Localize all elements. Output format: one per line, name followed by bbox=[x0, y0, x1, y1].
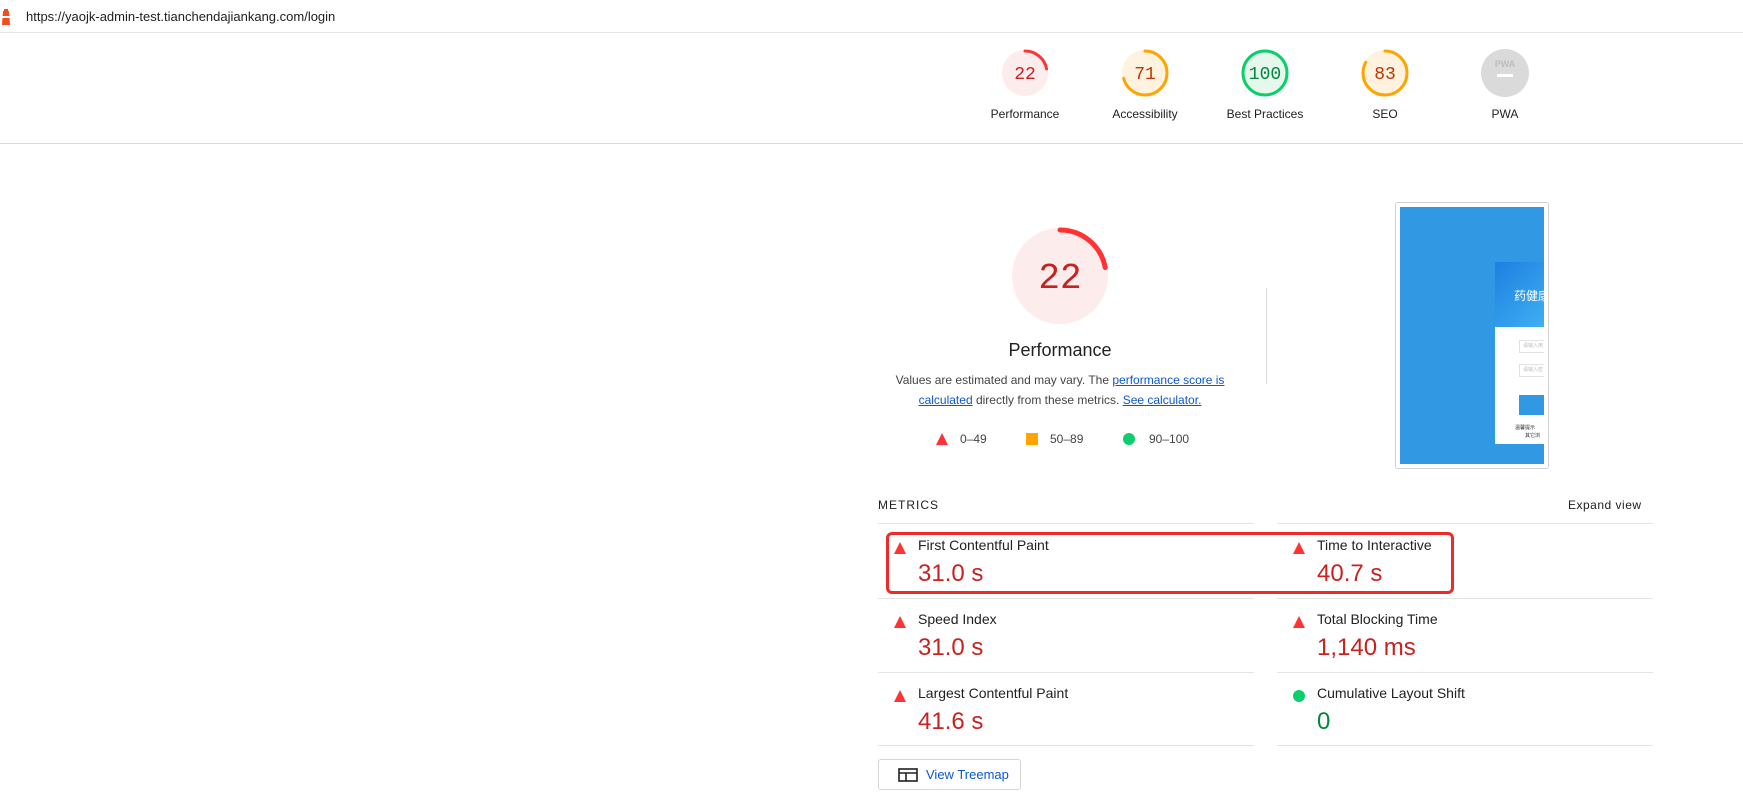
screenshot-image: 药健康 请输入用 请输入密 温馨提示 其它浏 bbox=[1400, 207, 1544, 464]
metric-speed-index: Speed Index 31.0 s bbox=[878, 604, 1248, 678]
metric-value: 31.0 s bbox=[918, 634, 984, 661]
gauge-accessibility[interactable]: 71 Accessibility bbox=[1090, 48, 1200, 121]
gauge-seo[interactable]: 83 SEO bbox=[1330, 48, 1440, 121]
desc-mid: directly from these metrics. bbox=[975, 393, 1120, 407]
pass-circle-icon bbox=[1293, 690, 1305, 702]
divider bbox=[878, 598, 1254, 599]
metric-label: Speed Index bbox=[918, 611, 997, 627]
footer-line-1: 温馨提示 bbox=[1515, 425, 1536, 431]
legend-fail: 0–49 bbox=[936, 430, 987, 448]
gauge-pwa[interactable]: PWA PWA bbox=[1450, 48, 1560, 121]
gauge-label: SEO bbox=[1372, 107, 1398, 121]
square-icon bbox=[1026, 433, 1038, 445]
performance-score-gauge: 22 bbox=[1011, 227, 1109, 325]
divider bbox=[1277, 745, 1653, 746]
gauge-best-practices[interactable]: 100 Best Practices bbox=[1210, 48, 1320, 121]
seo-gauge-icon: 83 bbox=[1361, 49, 1409, 97]
gauge-value: 100 bbox=[1249, 65, 1281, 85]
see-calculator-link[interactable]: See calculator. bbox=[1123, 393, 1202, 407]
metric-label: Cumulative Layout Shift bbox=[1317, 685, 1465, 701]
performance-gauge-icon: 22 bbox=[1001, 49, 1049, 97]
divider bbox=[1266, 288, 1267, 384]
gauge-value: 83 bbox=[1374, 65, 1396, 85]
metric-label: Total Blocking Time bbox=[1317, 611, 1438, 627]
gauge-label: Best Practices bbox=[1226, 107, 1304, 121]
accessibility-gauge-icon: 71 bbox=[1121, 49, 1169, 97]
password-field-preview: 请输入密 bbox=[1519, 364, 1544, 377]
legend-label: 90–100 bbox=[1149, 432, 1190, 446]
fail-triangle-icon bbox=[894, 690, 906, 702]
gauge-label: PWA bbox=[1491, 107, 1519, 121]
footer-line-2: 其它浏 bbox=[1525, 433, 1541, 439]
triangle-icon bbox=[936, 433, 948, 445]
login-card-banner: 药健康 bbox=[1495, 262, 1544, 327]
divider bbox=[1277, 598, 1653, 599]
fail-triangle-icon bbox=[1293, 616, 1305, 628]
login-button-preview bbox=[1519, 395, 1544, 415]
circle-icon bbox=[1123, 433, 1135, 445]
metric-total-blocking-time: Total Blocking Time 1,140 ms bbox=[1277, 604, 1647, 678]
gauge-performance[interactable]: 22 Performance bbox=[970, 48, 1080, 121]
login-card: 药健康 请输入用 请输入密 温馨提示 其它浏 bbox=[1495, 262, 1544, 444]
legend-pass: 90–100 bbox=[1123, 430, 1189, 448]
legend-average: 50–89 bbox=[1026, 430, 1083, 448]
desc-prefix: Values are estimated and may vary. The bbox=[895, 373, 1110, 387]
performance-title: Performance bbox=[1008, 340, 1112, 360]
gauge-value: 22 bbox=[1014, 65, 1036, 85]
metric-value: 0 bbox=[1317, 708, 1331, 735]
divider bbox=[878, 523, 1254, 524]
legend-label: 0–49 bbox=[960, 432, 987, 446]
metric-largest-contentful-paint: Largest Contentful Paint 41.6 s bbox=[878, 678, 1248, 752]
login-footer-preview: 温馨提示 其它浏 bbox=[1515, 424, 1540, 440]
username-field-preview: 请输入用 bbox=[1519, 340, 1544, 353]
url-bar: https://yaojk-admin-test.tianchendajiank… bbox=[0, 0, 1743, 33]
fail-triangle-icon bbox=[894, 616, 906, 628]
divider bbox=[878, 672, 1254, 673]
gauge-label: Accessibility bbox=[1112, 107, 1178, 121]
final-screenshot[interactable]: 药健康 请输入用 请输入密 温馨提示 其它浏 bbox=[1395, 202, 1549, 469]
metric-label: Largest Contentful Paint bbox=[918, 685, 1069, 701]
divider bbox=[1277, 672, 1653, 673]
login-card-title: 药健康 bbox=[1514, 289, 1544, 303]
treemap-icon bbox=[898, 767, 918, 782]
lighthouse-icon bbox=[2, 9, 10, 25]
metric-value: 41.6 s bbox=[918, 708, 984, 735]
view-treemap-label: View Treemap bbox=[926, 767, 1009, 782]
view-treemap-button[interactable]: View Treemap bbox=[878, 759, 1021, 790]
pwa-icon: PWA bbox=[1481, 49, 1529, 97]
page-url[interactable]: https://yaojk-admin-test.tianchendajiank… bbox=[26, 9, 335, 24]
scores-header: 22 Performance 71 Accessibility 100 Best… bbox=[0, 33, 1743, 144]
performance-score: 22 bbox=[1038, 258, 1081, 299]
gauge-value: 71 bbox=[1134, 65, 1156, 85]
divider bbox=[1277, 523, 1653, 524]
gauge-label: Performance bbox=[990, 107, 1060, 121]
metric-value: 1,140 ms bbox=[1317, 634, 1416, 661]
performance-description: Values are estimated and may vary. The p… bbox=[885, 370, 1235, 410]
metrics-title: METRICS bbox=[878, 498, 939, 512]
expand-view-button[interactable]: Expand view bbox=[1568, 498, 1642, 512]
legend-label: 50–89 bbox=[1050, 432, 1084, 446]
best-practices-gauge-icon: 100 bbox=[1241, 49, 1289, 97]
highlight-box bbox=[886, 532, 1454, 594]
metric-cumulative-layout-shift: Cumulative Layout Shift 0 bbox=[1277, 678, 1647, 752]
divider bbox=[878, 745, 1254, 746]
svg-text:PWA: PWA bbox=[1495, 59, 1516, 69]
